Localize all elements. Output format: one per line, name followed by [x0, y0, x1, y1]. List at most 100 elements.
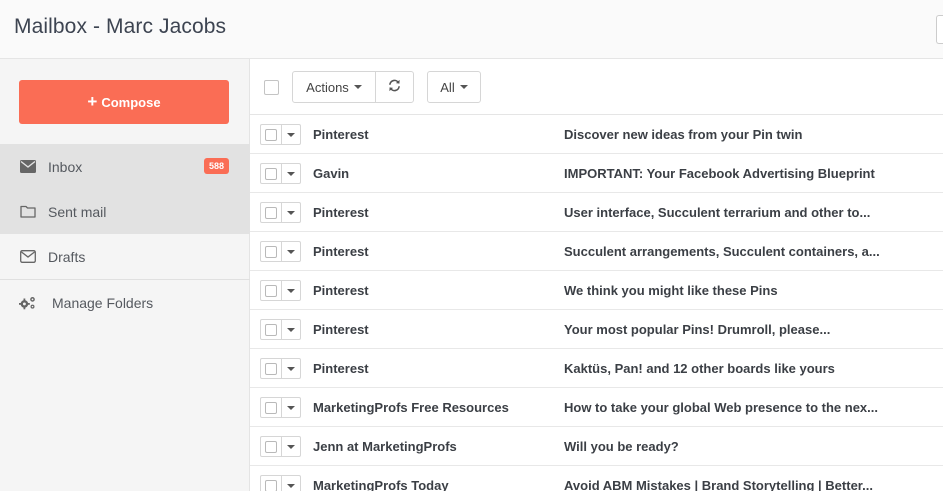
- email-subject: Avoid ABM Mistakes | Brand Storytelling …: [564, 478, 873, 491]
- row-dropdown-toggle[interactable]: [282, 437, 300, 456]
- email-sender: Gavin: [313, 166, 350, 181]
- sidebar-item-inbox[interactable]: Inbox 588: [0, 144, 250, 189]
- row-checkbox[interactable]: [261, 125, 282, 144]
- sidebar-item-label: Sent mail: [48, 203, 107, 220]
- email-row[interactable]: Jenn at MarketingProfs Will you be ready…: [250, 427, 943, 466]
- email-row[interactable]: Pinterest We think you might like these …: [250, 271, 943, 310]
- email-sender: Pinterest: [313, 283, 369, 298]
- row-checkbox[interactable]: [261, 437, 282, 456]
- email-sender: MarketingProfs Today: [313, 478, 449, 491]
- row-select-control: [260, 202, 301, 223]
- row-checkbox[interactable]: [261, 476, 282, 491]
- email-subject: User interface, Succulent terrarium and …: [564, 205, 871, 220]
- actions-dropdown-button[interactable]: Actions: [293, 72, 376, 102]
- email-subject: How to take your global Web presence to …: [564, 400, 878, 415]
- refresh-icon: [388, 79, 401, 95]
- row-checkbox[interactable]: [261, 164, 282, 183]
- row-select-control: [260, 475, 301, 491]
- row-dropdown-toggle[interactable]: [282, 125, 300, 144]
- caret-down-icon: [287, 405, 295, 410]
- gears-icon: [19, 294, 37, 312]
- email-subject: Will you be ready?: [564, 439, 679, 454]
- email-row[interactable]: Pinterest Kaktüs, Pan! and 12 other boar…: [250, 349, 943, 388]
- sidebar-item-drafts[interactable]: Drafts: [0, 234, 250, 279]
- unread-count-badge: 588: [203, 158, 229, 174]
- caret-down-icon: [287, 288, 295, 293]
- email-row[interactable]: Pinterest Your most popular Pins! Drumro…: [250, 310, 943, 349]
- sidebar-item-manage-folders[interactable]: Manage Folders: [0, 280, 250, 325]
- row-checkbox[interactable]: [261, 281, 282, 300]
- email-sender: Pinterest: [313, 361, 369, 376]
- caret-down-icon: [287, 366, 295, 371]
- row-checkbox[interactable]: [261, 320, 282, 339]
- caret-down-icon: [353, 85, 362, 89]
- caret-down-icon: [287, 483, 295, 488]
- caret-down-icon: [287, 210, 295, 215]
- email-row[interactable]: Gavin IMPORTANT: Your Facebook Advertisi…: [250, 154, 943, 193]
- actions-button-group: Actions: [292, 71, 414, 103]
- row-checkbox[interactable]: [261, 203, 282, 222]
- actions-label: Actions: [306, 79, 349, 95]
- email-row[interactable]: MarketingProfs Free Resources How to tak…: [250, 388, 943, 427]
- caret-down-icon: [287, 171, 295, 176]
- row-dropdown-toggle[interactable]: [282, 359, 300, 378]
- email-row[interactable]: Pinterest Discover new ideas from your P…: [250, 115, 943, 154]
- row-select-control: [260, 280, 301, 301]
- email-subject: We think you might like these Pins: [564, 283, 778, 298]
- plus-icon: +: [87, 91, 98, 111]
- row-checkbox[interactable]: [261, 242, 282, 261]
- email-sender: Pinterest: [313, 244, 369, 259]
- email-subject: IMPORTANT: Your Facebook Advertising Blu…: [564, 166, 875, 181]
- email-sender: MarketingProfs Free Resources: [313, 400, 509, 415]
- row-dropdown-toggle[interactable]: [282, 281, 300, 300]
- folder-icon: [19, 203, 37, 221]
- row-select-control: [260, 397, 301, 418]
- row-checkbox[interactable]: [261, 359, 282, 378]
- caret-down-icon: [459, 85, 468, 89]
- row-checkbox[interactable]: [261, 398, 282, 417]
- sidebar: + Compose Inbox 588 Sent mail Drafts Man…: [0, 59, 250, 491]
- row-select-control: [260, 319, 301, 340]
- sidebar-item-sent-mail[interactable]: Sent mail: [0, 189, 250, 234]
- select-all-checkbox[interactable]: [264, 80, 279, 95]
- mail-list-panel: Actions All Pinterest Discover new ideas…: [250, 59, 943, 491]
- row-select-control: [260, 124, 301, 145]
- email-list: Pinterest Discover new ideas from your P…: [250, 115, 943, 491]
- row-select-control: [260, 358, 301, 379]
- row-select-control: [260, 163, 301, 184]
- toolbar: Actions All: [250, 59, 943, 115]
- email-row[interactable]: Pinterest Succulent arrangements, Succul…: [250, 232, 943, 271]
- row-select-control: [260, 436, 301, 457]
- filter-label: All: [440, 79, 455, 95]
- sidebar-item-label: Drafts: [48, 248, 86, 265]
- row-dropdown-toggle[interactable]: [282, 398, 300, 417]
- row-dropdown-toggle[interactable]: [282, 203, 300, 222]
- row-dropdown-toggle[interactable]: [282, 476, 300, 491]
- caret-down-icon: [287, 327, 295, 332]
- filter-all-dropdown[interactable]: All: [427, 71, 481, 103]
- sidebar-item-label: Inbox: [48, 158, 83, 175]
- caret-down-icon: [287, 132, 295, 137]
- search-input[interactable]: [936, 15, 943, 44]
- compose-button[interactable]: + Compose: [19, 80, 229, 124]
- caret-down-icon: [287, 444, 295, 449]
- page-title: Mailbox - Marc Jacobs: [14, 15, 227, 38]
- caret-down-icon: [287, 249, 295, 254]
- compose-label: Compose: [101, 94, 161, 110]
- refresh-button[interactable]: [376, 72, 413, 102]
- sidebar-nav: Inbox 588 Sent mail Drafts Manage Folder…: [0, 144, 250, 325]
- row-select-control: [260, 241, 301, 262]
- app-header: Mailbox - Marc Jacobs: [0, 0, 943, 59]
- row-dropdown-toggle[interactable]: [282, 242, 300, 261]
- row-dropdown-toggle[interactable]: [282, 164, 300, 183]
- email-sender: Jenn at MarketingProfs: [313, 439, 457, 454]
- email-row[interactable]: Pinterest User interface, Succulent terr…: [250, 193, 943, 232]
- email-subject: Succulent arrangements, Succulent contai…: [564, 244, 880, 259]
- row-dropdown-toggle[interactable]: [282, 320, 300, 339]
- email-row[interactable]: MarketingProfs Today Avoid ABM Mistakes …: [250, 466, 943, 491]
- email-sender: Pinterest: [313, 322, 369, 337]
- email-subject: Your most popular Pins! Drumroll, please…: [564, 322, 831, 337]
- email-subject: Kaktüs, Pan! and 12 other boards like yo…: [564, 361, 835, 376]
- envelope-outline-icon: [19, 248, 37, 266]
- email-sender: Pinterest: [313, 205, 369, 220]
